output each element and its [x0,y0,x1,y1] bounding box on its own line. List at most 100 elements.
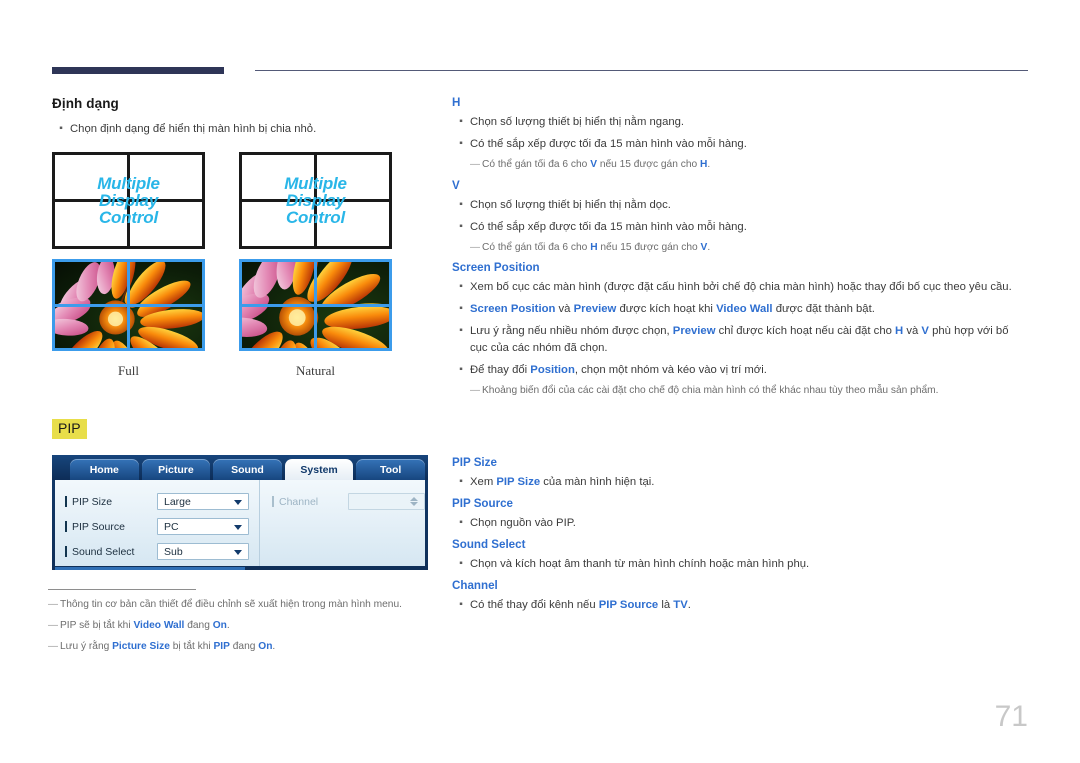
note-dash-icon: ― [48,599,58,610]
flower-image [130,262,202,304]
bullet-dot-icon: ▪ [459,598,463,610]
flower-image [242,262,314,304]
note-item: ― Lưu ý rằng Picture Size bị tắt khi PIP … [48,640,432,655]
bullet-text: Xem PIP Size của màn hình hiện tại. [470,474,1028,491]
keyword: PIP Source [598,598,659,611]
flower-image [55,262,127,304]
keyword: On [258,640,273,652]
osd-select-pip-size[interactable]: Large [157,493,249,510]
osd-select-value: Large [164,495,191,508]
osd-footer-bar [55,567,245,570]
bullet-marker-icon [65,546,67,557]
chevron-up-icon[interactable] [410,497,418,501]
osd-tab-home[interactable]: Home [70,459,139,480]
osd-tab-picture[interactable]: Picture [141,459,211,480]
text-run: Chọn nguồn vào PIP. [470,516,576,529]
keyword: Video Wall [133,619,185,631]
bullet-marker-icon [65,496,67,507]
text-run: Để thay đổi [470,364,531,377]
photo-quadrant [317,306,389,348]
note-text: Thông tin cơ bản cần thiết để điều chỉnh… [60,598,432,613]
osd-label: PIP Size [65,496,157,508]
text-run: bị tắt khi [169,640,214,652]
osd-tab-tool[interactable]: Tool [356,459,425,480]
bullet-item: ▪ Có thể sắp xếp được tối đa 15 màn hình … [452,136,1028,153]
note-text: Có thể gán tối đa 6 cho H nếu 15 được gá… [482,241,1028,256]
keyword: V [921,325,929,338]
note-text: PIP sẽ bị tắt khi Video Wall đang On. [60,619,432,634]
osd-tab-bar: Home Picture Sound System Tool [52,455,428,480]
osd-row-channel: Channel [272,489,425,514]
bullet-marker-icon [65,521,67,532]
bullet-text: Chọn nguồn vào PIP. [470,515,1028,532]
text-run: đang [229,640,259,652]
osd-row-pip-source: PIP Source PC [65,514,259,539]
bullet-item: ▪ Screen Position và Preview được kích ho… [452,301,1028,318]
osd-tab-system[interactable]: System [284,459,354,480]
photo-quadrant [317,262,389,304]
bullet-item: ▪ Chọn nguồn vào PIP. [452,515,1028,532]
bullet-marker-icon [272,496,274,507]
bullet-text: Lưu ý rằng nếu nhiều nhóm được chọn, Pre… [470,323,1028,357]
keyword: V [590,158,597,170]
osd-select-value: PC [164,520,179,533]
bullet-text: Có thể thay đổi kênh nếu PIP Source là T… [470,597,1028,614]
text-run: nếu 15 được gán cho [596,158,700,170]
bullet-item: ▪ Chọn số lượng thiết bị hiển thị nằm dọc… [452,197,1028,214]
osd-label: Channel [272,496,348,508]
text-run: và [903,325,922,338]
bullet-item: ▪ Để thay đổi Position, chọn một nhóm và … [452,362,1028,379]
text-run: chỉ được kích hoạt nếu cài đặt cho [715,325,896,338]
chevron-down-icon[interactable] [234,549,242,555]
text-run: . [707,158,711,170]
wall-text-natural: Multiple Display Control [242,174,389,226]
pip-descriptions: PIP Size ▪ Xem PIP Size của màn hình hiện … [452,456,1028,619]
section-heading-h: H [452,96,461,109]
keyword: Screen Position [470,303,556,316]
bullet-item: ▪ Xem PIP Size của màn hình hiện tại. [452,474,1028,491]
photo-quadrant [242,262,314,304]
text-run: đang [184,619,213,631]
bullet-text: Xem bố cục các màn hình (được đặt cấu hì… [470,279,1028,296]
left-column: Định dạng ▪ Chọn định dạng để hiển thị m… [52,96,432,143]
text-run: PIP sẽ bị tắt khi [60,619,134,631]
bullet-text: Chọn số lượng thiết bị hiển thị nằm ngan… [470,114,1028,131]
text-run: của màn hình hiện tại. [540,476,655,488]
section-heading-sound-select: Sound Select [452,537,526,551]
pip-section-badge: PIP [52,419,87,439]
bullet-dot-icon: ▪ [459,116,463,127]
footnote-list: ― Thông tin cơ bản cần thiết để điều chỉn… [48,596,432,660]
osd-select-pip-source[interactable]: PC [157,518,249,535]
bullet-dot-icon: ▪ [459,476,463,487]
text-run: Lưu ý rằng [60,640,113,652]
text-run: Có thể gán tối đa 6 cho [482,158,591,170]
note-item: ― Thông tin cơ bản cần thiết để điều chỉn… [48,598,432,613]
note-text: Khoảng biến đổi của các cài đặt cho chế … [482,384,1028,399]
keyword: On [212,619,227,631]
bullet-dot-icon: ▪ [459,198,463,210]
note-item: ― PIP sẽ bị tắt khi Video Wall đang On. [48,619,432,634]
bullet-dot-icon: ▪ [59,123,63,134]
osd-channel-stepper[interactable] [348,493,425,510]
osd-label-text: Channel [279,495,319,508]
osd-tab-sound[interactable]: Sound [213,459,282,480]
text-run: Lưu ý rằng nếu nhiều nhóm được chọn, [470,325,673,338]
osd-label-text: PIP Size [72,495,113,508]
format-bullet: ▪ Chọn định dạng để hiển thị màn hình bị… [52,121,432,138]
bullet-text: Chọn và kích hoạt âm thanh từ màn hình c… [470,556,1028,573]
wall-text-line-2: Display [285,190,346,210]
figure-full: Multiple Display Control Full [52,152,205,379]
chevron-down-icon[interactable] [410,502,418,506]
flower-image [317,306,389,348]
bullet-dot-icon: ▪ [459,220,463,232]
photo-wall-natural [239,259,392,351]
bullet-text: Chọn số lượng thiết bị hiển thị nằm dọc. [470,197,1028,214]
chevron-down-icon[interactable] [234,499,242,505]
chevron-down-icon[interactable] [234,524,242,530]
osd-row-sound-select: Sound Select Sub [65,539,259,564]
figure-caption-natural: Natural [296,363,335,378]
bullet-item: ▪ Lưu ý rằng nếu nhiều nhóm được chọn, Pr… [452,323,1028,357]
bullet-text: Có thể sắp xếp được tối đa 15 màn hình v… [470,219,1028,236]
note-dash-icon: ― [470,385,480,396]
osd-select-sound-select[interactable]: Sub [157,543,249,560]
